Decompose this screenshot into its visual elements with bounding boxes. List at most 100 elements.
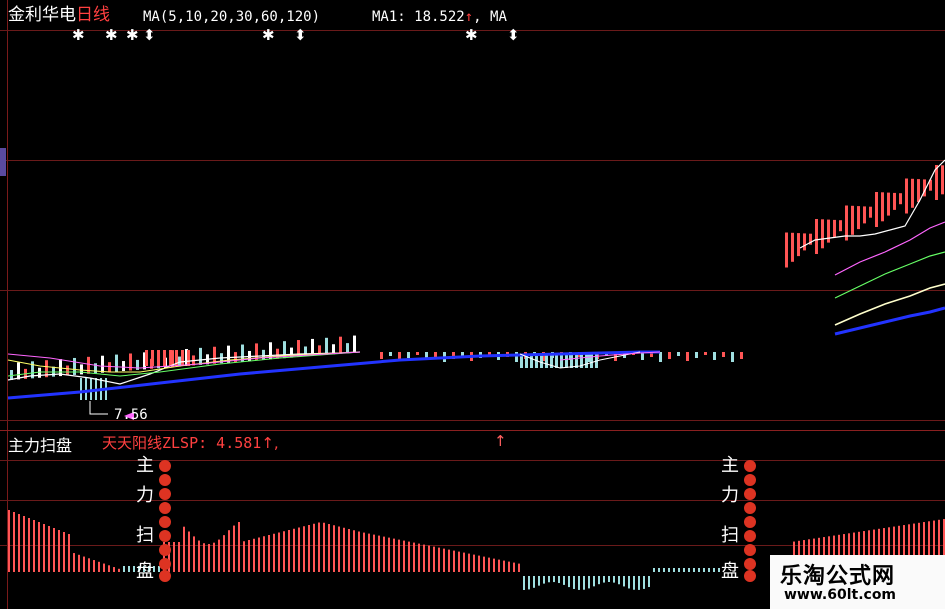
ma-right-green bbox=[834, 251, 945, 299]
histogram-bar bbox=[348, 529, 350, 572]
candle bbox=[199, 347, 202, 365]
histogram-bar bbox=[693, 568, 695, 572]
candle bbox=[181, 350, 184, 366]
candle bbox=[881, 192, 884, 222]
histogram-bar bbox=[433, 546, 435, 572]
histogram-bar bbox=[568, 576, 570, 588]
diamond-marker-icon: ⬍ bbox=[294, 26, 307, 44]
histogram-bar bbox=[198, 540, 200, 572]
candle bbox=[857, 206, 860, 230]
candle bbox=[905, 178, 908, 214]
star-marker-icon: ✱ bbox=[72, 26, 85, 44]
histogram-bar bbox=[598, 576, 600, 585]
histogram-bar bbox=[563, 576, 565, 585]
histogram-bar bbox=[123, 566, 125, 572]
period-label[interactable]: 日线 bbox=[76, 5, 110, 25]
histogram-bar bbox=[608, 576, 610, 583]
histogram-bar bbox=[223, 535, 225, 572]
candle bbox=[833, 219, 836, 237]
histogram-bar bbox=[8, 510, 10, 572]
histogram-bar bbox=[43, 524, 45, 572]
histogram-bar bbox=[673, 568, 675, 572]
candle bbox=[731, 352, 734, 362]
candle bbox=[545, 354, 548, 368]
candle bbox=[163, 350, 166, 366]
histogram-bar bbox=[588, 576, 590, 589]
histogram-bar bbox=[438, 547, 440, 572]
candle bbox=[713, 352, 716, 360]
ma1-value: MA1: 18.522 bbox=[372, 9, 465, 25]
histogram-bar bbox=[423, 544, 425, 572]
candle bbox=[791, 232, 794, 262]
histogram-bar bbox=[238, 522, 240, 572]
signal-text-right: 盘 bbox=[721, 561, 739, 582]
candle bbox=[797, 233, 800, 257]
candle bbox=[845, 205, 848, 241]
candle bbox=[87, 356, 90, 374]
histogram-bar bbox=[333, 525, 335, 572]
histogram-bar bbox=[118, 568, 120, 572]
histogram-bar bbox=[668, 568, 670, 572]
ma-more: , MA bbox=[473, 9, 507, 25]
histogram-bar bbox=[48, 526, 50, 572]
candle bbox=[875, 192, 878, 227]
candle bbox=[187, 350, 190, 366]
histogram-bar bbox=[683, 568, 685, 572]
stock-name[interactable]: 金利华电 bbox=[8, 5, 76, 25]
histogram-bar bbox=[293, 528, 295, 572]
histogram-bar bbox=[373, 534, 375, 572]
histogram-bar bbox=[288, 530, 290, 572]
histogram-bar bbox=[528, 576, 530, 590]
histogram-bar bbox=[58, 530, 60, 572]
histogram-bar bbox=[228, 530, 230, 572]
histogram-bar bbox=[398, 539, 400, 572]
candle bbox=[38, 367, 41, 378]
candle bbox=[416, 352, 419, 355]
candle bbox=[389, 352, 392, 356]
histogram-bar bbox=[258, 537, 260, 572]
histogram-bar bbox=[83, 556, 85, 572]
candle bbox=[515, 352, 518, 362]
histogram-bar bbox=[508, 561, 510, 572]
ma-params: MA(5,10,20,30,60,120) bbox=[143, 9, 321, 25]
histogram-bar bbox=[428, 545, 430, 572]
candle bbox=[122, 361, 125, 372]
histogram-bar bbox=[513, 562, 515, 572]
candle bbox=[565, 354, 568, 368]
histogram-bar bbox=[638, 576, 640, 590]
histogram-bar bbox=[718, 568, 720, 572]
candle bbox=[151, 350, 154, 366]
histogram-bar bbox=[178, 542, 180, 572]
price-chart[interactable] bbox=[0, 0, 945, 430]
watermark-url: www.60lt.com bbox=[784, 587, 897, 603]
histogram-bar bbox=[543, 576, 545, 584]
candle bbox=[803, 233, 806, 251]
histogram-bar bbox=[23, 516, 25, 572]
candle bbox=[686, 352, 689, 361]
signal-text-left: 主 bbox=[136, 455, 154, 476]
histogram-bar bbox=[658, 568, 660, 572]
histogram-bar bbox=[268, 535, 270, 572]
histogram-bar bbox=[383, 536, 385, 572]
candle bbox=[827, 219, 830, 243]
histogram-bar bbox=[453, 550, 455, 572]
histogram-bar bbox=[583, 576, 585, 590]
histogram-bar bbox=[698, 568, 700, 572]
histogram-bar bbox=[403, 540, 405, 572]
watermark: 乐淘公式网 www.60lt.com bbox=[770, 555, 945, 609]
histogram-bar bbox=[473, 554, 475, 572]
histogram-bar bbox=[443, 548, 445, 572]
candle bbox=[66, 365, 69, 376]
ma1-arrow: ↑ bbox=[464, 9, 474, 25]
histogram-bar bbox=[408, 541, 410, 572]
candle bbox=[90, 378, 92, 400]
histogram-bar bbox=[553, 576, 555, 583]
histogram-bar bbox=[93, 560, 95, 572]
histogram-bar bbox=[113, 567, 115, 572]
histogram-bar bbox=[353, 530, 355, 572]
ma-right-blue bbox=[834, 306, 945, 336]
histogram-bar bbox=[488, 557, 490, 572]
histogram-bar bbox=[418, 543, 420, 572]
candle bbox=[407, 352, 410, 358]
low-pointer bbox=[89, 401, 108, 415]
